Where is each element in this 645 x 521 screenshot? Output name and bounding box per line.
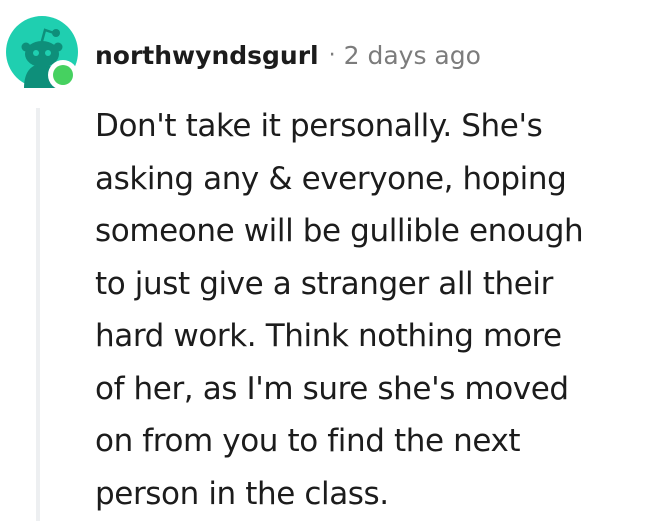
comment-body-line: on from you to find the next xyxy=(95,423,521,459)
comment-body-line: someone will be gullible enough xyxy=(95,213,584,249)
comment-body-line: to just give a stranger all their xyxy=(95,265,553,302)
online-status-dot xyxy=(48,60,78,90)
comment-body: Don't take it personally. She's asking a… xyxy=(95,100,635,520)
comment-body-line: asking any & everyone, hoping xyxy=(95,160,567,197)
comment-body-line: Don't take it personally. She's xyxy=(95,108,543,144)
comment: northwyndsgurl · 2 days ago Don't take i… xyxy=(0,0,645,521)
username-link[interactable]: northwyndsgurl xyxy=(95,36,319,76)
meta-separator: · xyxy=(328,43,336,68)
comment-body-line: person in the class. xyxy=(95,475,389,512)
comment-timestamp[interactable]: 2 days ago xyxy=(344,36,481,76)
thread-line[interactable] xyxy=(36,108,40,521)
comment-meta: northwyndsgurl · 2 days ago xyxy=(95,36,481,76)
comment-body-line: of her, as I'm sure she's moved xyxy=(95,370,569,407)
comment-body-line: hard work. Think nothing more xyxy=(95,318,562,354)
